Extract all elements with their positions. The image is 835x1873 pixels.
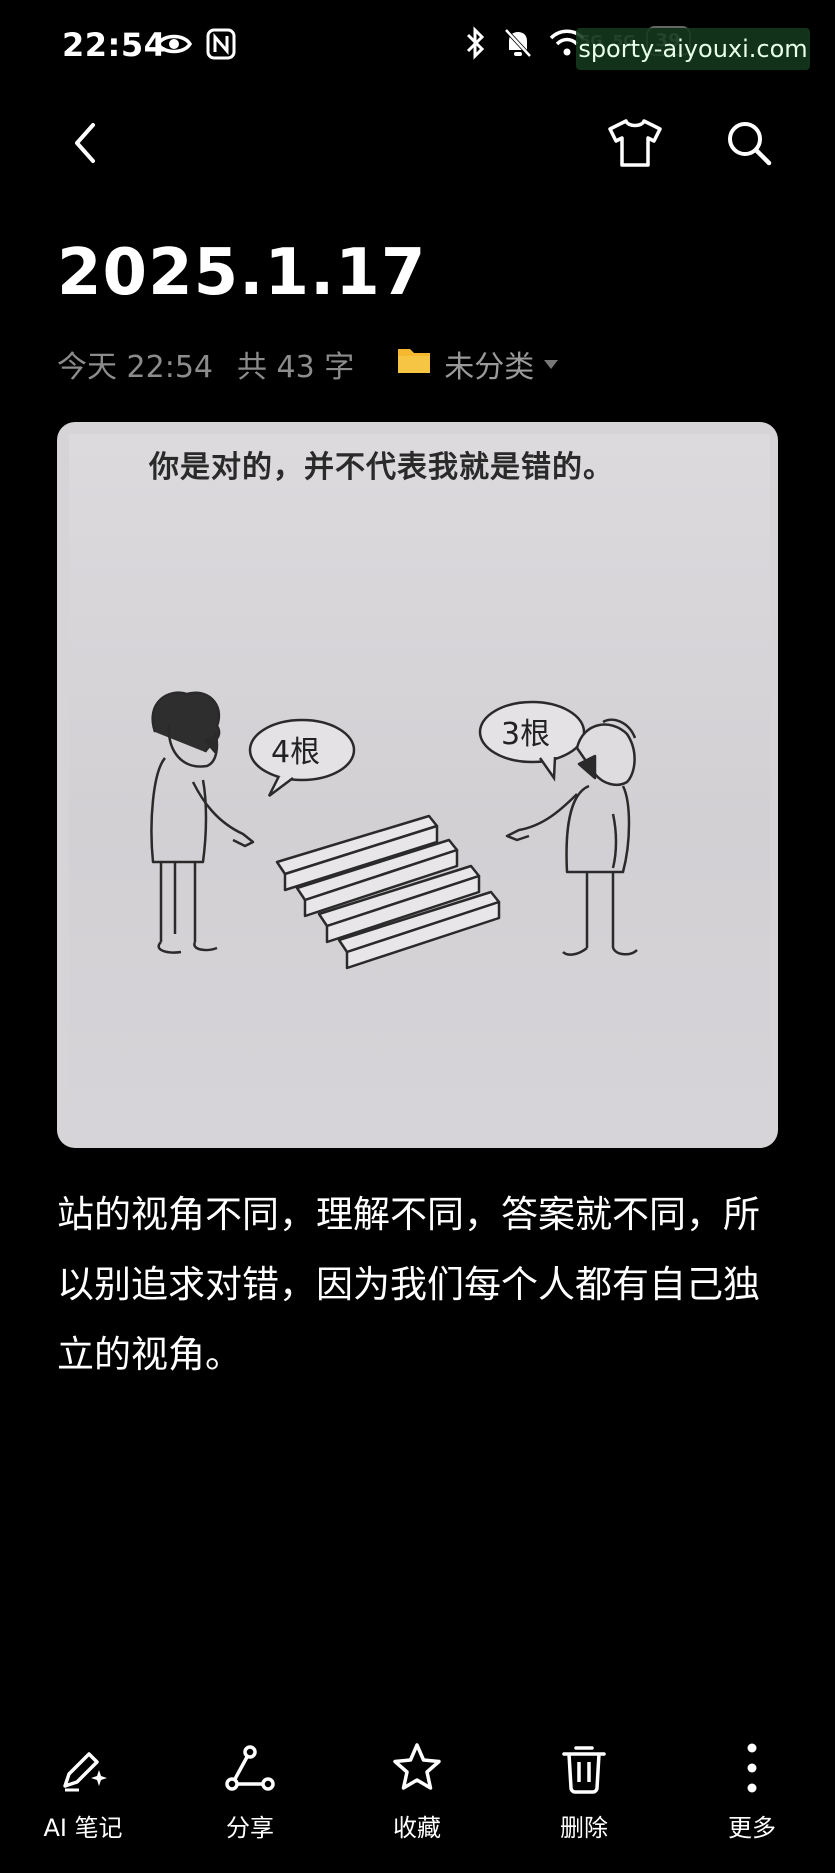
t-shirt-icon	[606, 117, 664, 173]
delete-button[interactable]: 删除	[524, 1740, 644, 1843]
comic-illustration: 4根 3根	[150, 691, 638, 970]
more-button[interactable]: 更多	[692, 1740, 812, 1843]
bluetooth-icon	[462, 26, 488, 64]
note-body[interactable]: 站的视角不同，理解不同，答案就不同，所 以别追求对错，因为我们每个人都有自己独 …	[57, 1180, 787, 1390]
body-line-3: 立的视角。	[57, 1333, 242, 1376]
watermark: sporty-aiyouxi.com	[576, 28, 810, 70]
search-button[interactable]	[714, 110, 784, 180]
back-arrow-icon	[69, 121, 101, 169]
note-title[interactable]: 2025.1.17	[57, 236, 426, 310]
status-right-icons	[462, 26, 586, 64]
theme-button[interactable]	[600, 110, 670, 180]
more-vertical-icon	[724, 1740, 780, 1796]
share-label: 分享	[226, 1814, 274, 1842]
body-line-2: 以别追求对错，因为我们每个人都有自己独	[57, 1263, 760, 1306]
body-line-1: 站的视角不同，理解不同，答案就不同，所	[57, 1193, 760, 1236]
mute-bell-icon	[502, 26, 534, 64]
dropdown-caret-icon	[544, 359, 559, 369]
ai-note-button[interactable]: AI 笔记	[23, 1740, 143, 1843]
note-time: 今天 22:54	[57, 350, 213, 385]
status-bar: 22:54 5G 5G 39 sporty-aiyouxi.com	[0, 0, 835, 96]
note-word-count: 共 43 字	[237, 350, 355, 385]
share-button[interactable]: 分享	[190, 1740, 310, 1843]
trash-icon	[556, 1740, 612, 1796]
left-bubble-text: 4根	[271, 735, 320, 770]
top-nav	[0, 110, 835, 180]
favorite-button[interactable]: 收藏	[357, 1740, 477, 1843]
eye-icon	[155, 28, 193, 64]
search-icon	[724, 118, 774, 172]
folder-icon	[396, 345, 432, 383]
note-meta: 今天 22:54 共 43 字 未分类	[57, 342, 559, 386]
bottom-toolbar: AI 笔记 分享 收藏 删除 更多	[0, 1740, 835, 1850]
ai-note-label: AI 笔记	[43, 1814, 123, 1842]
right-bubble-text: 3根	[501, 717, 550, 752]
status-time: 22:54	[62, 26, 167, 64]
back-button[interactable]	[50, 110, 120, 180]
status-left-icons	[155, 28, 236, 64]
folder-selector[interactable]: 未分类	[396, 342, 559, 386]
star-icon	[389, 1740, 445, 1796]
sticks	[275, 814, 501, 970]
folder-label: 未分类	[444, 350, 535, 385]
ai-pen-icon	[55, 1740, 111, 1796]
delete-label: 删除	[560, 1814, 608, 1842]
more-label: 更多	[728, 1814, 776, 1842]
share-icon	[222, 1740, 278, 1796]
favorite-label: 收藏	[393, 1814, 441, 1842]
nfc-icon	[206, 28, 236, 64]
left-person	[150, 691, 255, 954]
note-image[interactable]: 你是对的，并不代表我就是错的。 4根 3根	[57, 422, 778, 1148]
